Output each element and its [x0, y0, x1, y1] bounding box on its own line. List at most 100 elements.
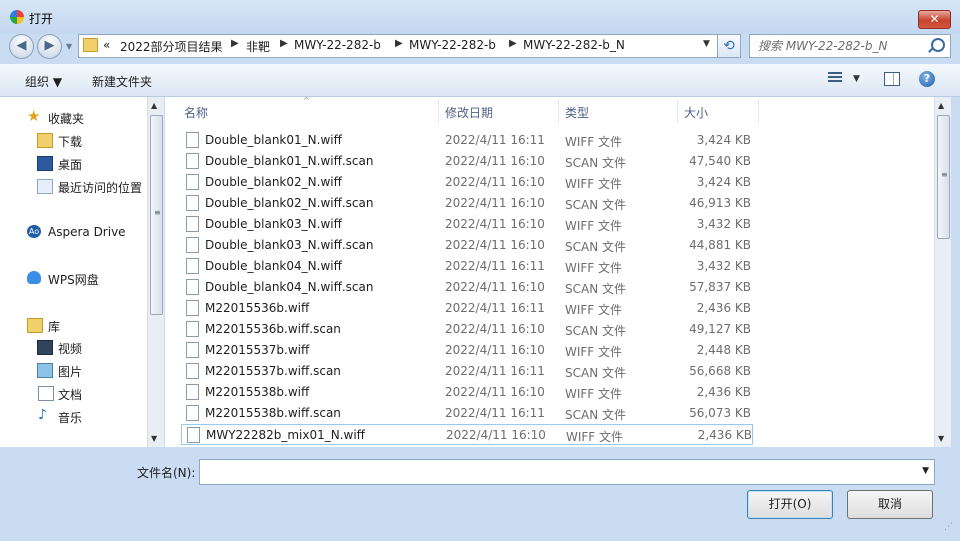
view-dropdown-icon[interactable]: ▼	[853, 74, 860, 84]
file-size: 46,913 KB	[689, 196, 751, 210]
file-name: Double_blank01_N.wiff	[205, 133, 342, 147]
address-segment-current[interactable]: MWY-22-282-b_N	[523, 38, 625, 52]
address-segment[interactable]: 非靶	[246, 38, 270, 55]
preview-pane-icon[interactable]	[884, 72, 900, 86]
address-segment[interactable]: MWY-22-282-b	[294, 38, 381, 52]
scroll-thumb[interactable]: ≡	[150, 115, 163, 315]
open-button[interactable]: 打开(O)	[747, 490, 833, 519]
search-box[interactable]	[749, 34, 951, 58]
column-divider[interactable]	[558, 99, 559, 123]
column-divider[interactable]	[438, 99, 439, 123]
address-segment[interactable]: MWY-22-282-b	[409, 38, 496, 52]
recent-pages-dropdown[interactable]: ▼	[66, 42, 72, 51]
search-icon[interactable]	[931, 38, 945, 52]
filename-input[interactable]	[204, 460, 908, 484]
library-icon	[27, 318, 43, 333]
window-title: 打开	[29, 12, 54, 26]
help-icon[interactable]: ?	[919, 71, 935, 87]
column-size[interactable]: 大小	[684, 104, 708, 121]
file-row[interactable]: M22015536b.wiff 2022/4/11 16:11 WIFF 文件 2,4…	[181, 298, 753, 319]
file-row[interactable]: Double_blank04_N.wiff 2022/4/11 16:11 WIFF…	[181, 256, 753, 277]
file-date: 2022/4/11 16:11	[445, 133, 545, 147]
file-type: SCAN 文件	[565, 324, 626, 338]
file-date: 2022/4/11 16:10	[445, 343, 545, 357]
file-date: 2022/4/11 16:10	[445, 238, 545, 252]
column-date[interactable]: 修改日期	[445, 104, 493, 121]
back-button[interactable]: ◀	[9, 34, 34, 59]
scroll-down-arrow[interactable]: ▼	[151, 434, 157, 443]
recent-places-icon	[37, 179, 53, 194]
sidebar-item-downloads[interactable]: 下载	[0, 130, 147, 150]
picture-icon	[37, 363, 53, 378]
file-row[interactable]: Double_blank01_N.wiff.scan 2022/4/11 16:1…	[181, 151, 753, 172]
address-separator[interactable]: ▶	[280, 38, 288, 49]
address-segment[interactable]: 2022部分项目结果	[120, 38, 223, 55]
filename-label: 文件名(N):	[137, 466, 196, 480]
file-name: M22015538b.wiff.scan	[205, 406, 341, 420]
address-separator[interactable]: ▶	[231, 38, 239, 49]
new-folder-button[interactable]: 新建文件夹	[92, 73, 152, 90]
sidebar-item-label: 收藏夹	[48, 112, 85, 126]
file-row[interactable]: M22015537b.wiff 2022/4/11 16:10 WIFF 文件 2,4…	[181, 340, 753, 361]
file-row[interactable]: MWY22282b_mix01_N.wiff 2022/4/11 16:10 WIF…	[181, 424, 753, 445]
refresh-button[interactable]: ⟲	[717, 34, 741, 58]
sidebar-item-pictures[interactable]: 图片	[0, 360, 147, 380]
navigation-scrollbar[interactable]: ▲ ≡ ▼	[147, 97, 164, 447]
filename-dropdown-icon[interactable]: ▼	[922, 466, 929, 476]
file-row[interactable]: Double_blank03_N.wiff.scan 2022/4/11 16:1…	[181, 235, 753, 256]
column-divider[interactable]	[677, 99, 678, 123]
filename-combobox[interactable]: ▼	[199, 459, 935, 485]
file-type: WIFF 文件	[565, 345, 623, 359]
file-list: ^ 名称 修改日期 类型 大小 Double_blank01_N.wiff 202…	[165, 96, 951, 447]
address-separator[interactable]: ▶	[509, 38, 517, 49]
sidebar-item-label: WPS网盘	[48, 273, 99, 287]
file-icon	[186, 174, 199, 190]
file-row[interactable]: Double_blank04_N.wiff.scan 2022/4/11 16:1…	[181, 277, 753, 298]
search-input[interactable]	[756, 35, 936, 57]
sidebar-item-recent[interactable]: 最近访问的位置	[0, 176, 147, 196]
star-icon: ★	[27, 107, 41, 125]
cancel-button[interactable]: 取消	[847, 490, 933, 519]
file-row[interactable]: Double_blank02_N.wiff 2022/4/11 16:10 WIFF…	[181, 172, 753, 193]
file-row[interactable]: Double_blank01_N.wiff 2022/4/11 16:11 WIFF…	[181, 130, 753, 151]
address-bar[interactable]: « 2022部分项目结果 ▶ 非靶 ▶ MWY-22-282-b ▶ MWY-2…	[78, 34, 718, 58]
file-date: 2022/4/11 16:10	[445, 322, 545, 336]
sidebar-item-documents[interactable]: 文档	[0, 383, 147, 403]
scroll-up-arrow[interactable]: ▲	[938, 101, 944, 110]
sidebar-item-wps[interactable]: WPS网盘	[0, 268, 147, 288]
file-type: SCAN 文件	[565, 366, 626, 380]
file-date: 2022/4/11 16:10	[445, 154, 545, 168]
address-separator[interactable]: ▶	[395, 38, 403, 49]
resize-grip-icon[interactable]: ⋰	[944, 522, 953, 532]
sidebar-item-videos[interactable]: 视频	[0, 337, 147, 357]
column-name[interactable]: 名称	[184, 104, 208, 121]
file-row[interactable]: M22015537b.wiff.scan 2022/4/11 16:11 SCAN …	[181, 361, 753, 382]
file-name: Double_blank04_N.wiff	[205, 259, 342, 273]
file-row[interactable]: Double_blank03_N.wiff 2022/4/11 16:10 WIFF…	[181, 214, 753, 235]
file-date: 2022/4/11 16:11	[445, 364, 545, 378]
file-row[interactable]: M22015538b.wiff.scan 2022/4/11 16:11 SCAN …	[181, 403, 753, 424]
sidebar-item-libraries[interactable]: 库	[0, 315, 147, 335]
file-row[interactable]: M22015536b.wiff.scan 2022/4/11 16:10 SCAN …	[181, 319, 753, 340]
column-divider[interactable]	[758, 99, 759, 123]
address-overflow[interactable]: «	[103, 38, 110, 52]
view-icon[interactable]	[828, 72, 842, 84]
close-button[interactable]: ✕	[918, 10, 951, 29]
scroll-up-arrow[interactable]: ▲	[151, 101, 157, 110]
scroll-down-arrow[interactable]: ▼	[938, 434, 944, 443]
file-row[interactable]: M22015538b.wiff 2022/4/11 16:10 WIFF 文件 2,4…	[181, 382, 753, 403]
file-row[interactable]: Double_blank02_N.wiff.scan 2022/4/11 16:1…	[181, 193, 753, 214]
organize-menu[interactable]: 组织 ▼	[25, 73, 62, 90]
file-date: 2022/4/11 16:11	[445, 301, 545, 315]
sidebar-item-desktop[interactable]: 桌面	[0, 153, 147, 173]
scroll-thumb[interactable]: ≡	[937, 115, 950, 239]
address-dropdown-icon[interactable]: ▼	[703, 39, 710, 49]
sidebar-item-music[interactable]: ♪ 音乐	[0, 406, 147, 426]
column-type[interactable]: 类型	[565, 104, 589, 121]
sidebar-item-favorites[interactable]: ★ 收藏夹	[0, 107, 147, 127]
file-type: WIFF 文件	[566, 430, 624, 444]
sidebar-item-aspera[interactable]: Ao Aspera Drive	[0, 222, 147, 242]
forward-button[interactable]: ▶	[37, 34, 62, 59]
file-list-scrollbar[interactable]: ▲ ≡ ▼	[934, 97, 951, 447]
command-bar: 组织 ▼ 新建文件夹 ▼ ?	[0, 64, 960, 97]
